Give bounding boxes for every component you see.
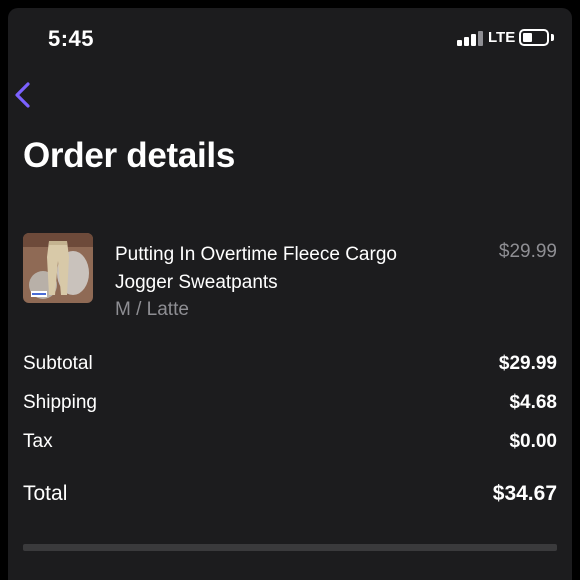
subtotal-label: Subtotal — [23, 353, 93, 374]
status-time: 5:45 — [48, 26, 95, 51]
status-bar: 5:45 LTE — [8, 8, 572, 68]
network-type: LTE — [488, 29, 516, 46]
product-variant: M / Latte — [115, 299, 189, 320]
bottom-action-bar[interactable] — [23, 544, 557, 551]
phone-screen: 5:45 LTE Order details Putting In Overti… — [8, 8, 572, 580]
shipping-row: Shipping $4.68 — [23, 392, 557, 418]
signal-icon — [457, 30, 484, 46]
subtotal-row: Subtotal $29.99 — [23, 353, 557, 379]
total-row: Total $34.67 — [23, 482, 557, 508]
total-value: $34.67 — [492, 482, 557, 505]
total-label: Total — [23, 482, 68, 505]
shipping-value: $4.68 — [509, 392, 557, 413]
tax-row: Tax $0.00 — [23, 431, 557, 457]
subtotal-value: $29.99 — [498, 353, 557, 374]
back-chevron-icon — [15, 82, 30, 108]
battery-icon — [519, 29, 549, 46]
item-price: $29.99 — [498, 241, 557, 262]
product-name[interactable]: Putting In Overtime Fleece Cargo Jogger … — [115, 241, 445, 297]
shipping-label: Shipping — [23, 392, 97, 413]
product-image — [23, 233, 93, 303]
back-button[interactable] — [10, 80, 38, 110]
page-title: Order details — [23, 136, 236, 175]
battery-level — [523, 33, 532, 42]
battery-cap — [551, 34, 554, 41]
tax-label: Tax — [23, 431, 53, 452]
product-thumbnail[interactable] — [23, 233, 93, 303]
tax-value: $0.00 — [509, 431, 557, 452]
